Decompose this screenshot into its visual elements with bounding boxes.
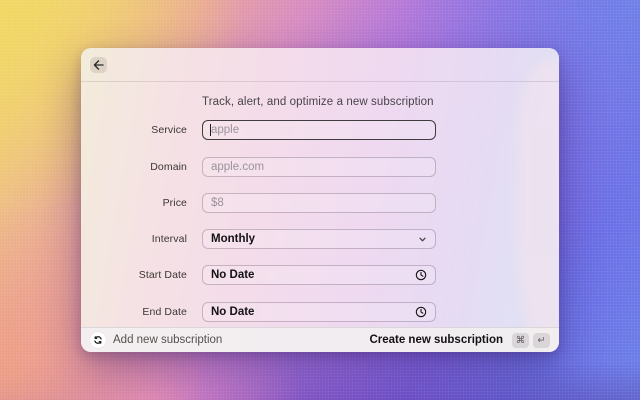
form-row-service: Service	[81, 120, 559, 140]
start-date-value: No Date	[211, 269, 255, 281]
chevron-down-icon	[418, 235, 427, 244]
interval-select[interactable]: Monthly	[202, 229, 436, 249]
window-header	[81, 48, 559, 82]
form-row-end-date: End Date No Date	[81, 302, 559, 322]
command-key-icon: ⌘	[512, 332, 529, 348]
window-footer: Add new subscription Create new subscrip…	[81, 327, 559, 352]
domain-label: Domain	[150, 161, 187, 173]
back-button[interactable]	[90, 57, 107, 73]
clock-icon	[415, 269, 427, 281]
interval-value: Monthly	[211, 233, 256, 245]
create-subscription-button[interactable]: Create new subscription ⌘ ↵	[369, 332, 550, 348]
form-row-start-date: Start Date No Date	[81, 265, 559, 285]
service-input[interactable]	[202, 120, 436, 140]
end-date-value: No Date	[211, 306, 255, 318]
form-row-domain: Domain	[81, 157, 559, 177]
end-date-picker[interactable]: No Date	[202, 302, 436, 322]
interval-label: Interval	[151, 233, 187, 245]
domain-input[interactable]	[202, 157, 436, 177]
subscription-window: Track, alert, and optimize a new subscri…	[81, 48, 559, 352]
price-label: Price	[162, 197, 187, 209]
arrow-left-icon	[93, 60, 104, 70]
footer-left-group: Add new subscription	[90, 332, 222, 348]
text-caret	[210, 124, 211, 136]
end-date-label: End Date	[142, 306, 187, 318]
form-title: Track, alert, and optimize a new subscri…	[202, 96, 434, 108]
desktop-background: Track, alert, and optimize a new subscri…	[0, 0, 640, 400]
form-row-interval: Interval Monthly	[81, 229, 559, 249]
return-key-icon: ↵	[533, 332, 550, 348]
create-subscription-label: Create new subscription	[369, 334, 503, 346]
clock-icon	[415, 306, 427, 318]
start-date-label: Start Date	[138, 269, 187, 281]
start-date-picker[interactable]: No Date	[202, 265, 436, 285]
refresh-icon[interactable]	[90, 332, 106, 348]
service-label: Service	[151, 124, 187, 136]
footer-action-hint: Add new subscription	[113, 334, 223, 346]
price-input[interactable]	[202, 193, 436, 213]
form-row-price: Price	[81, 193, 559, 213]
